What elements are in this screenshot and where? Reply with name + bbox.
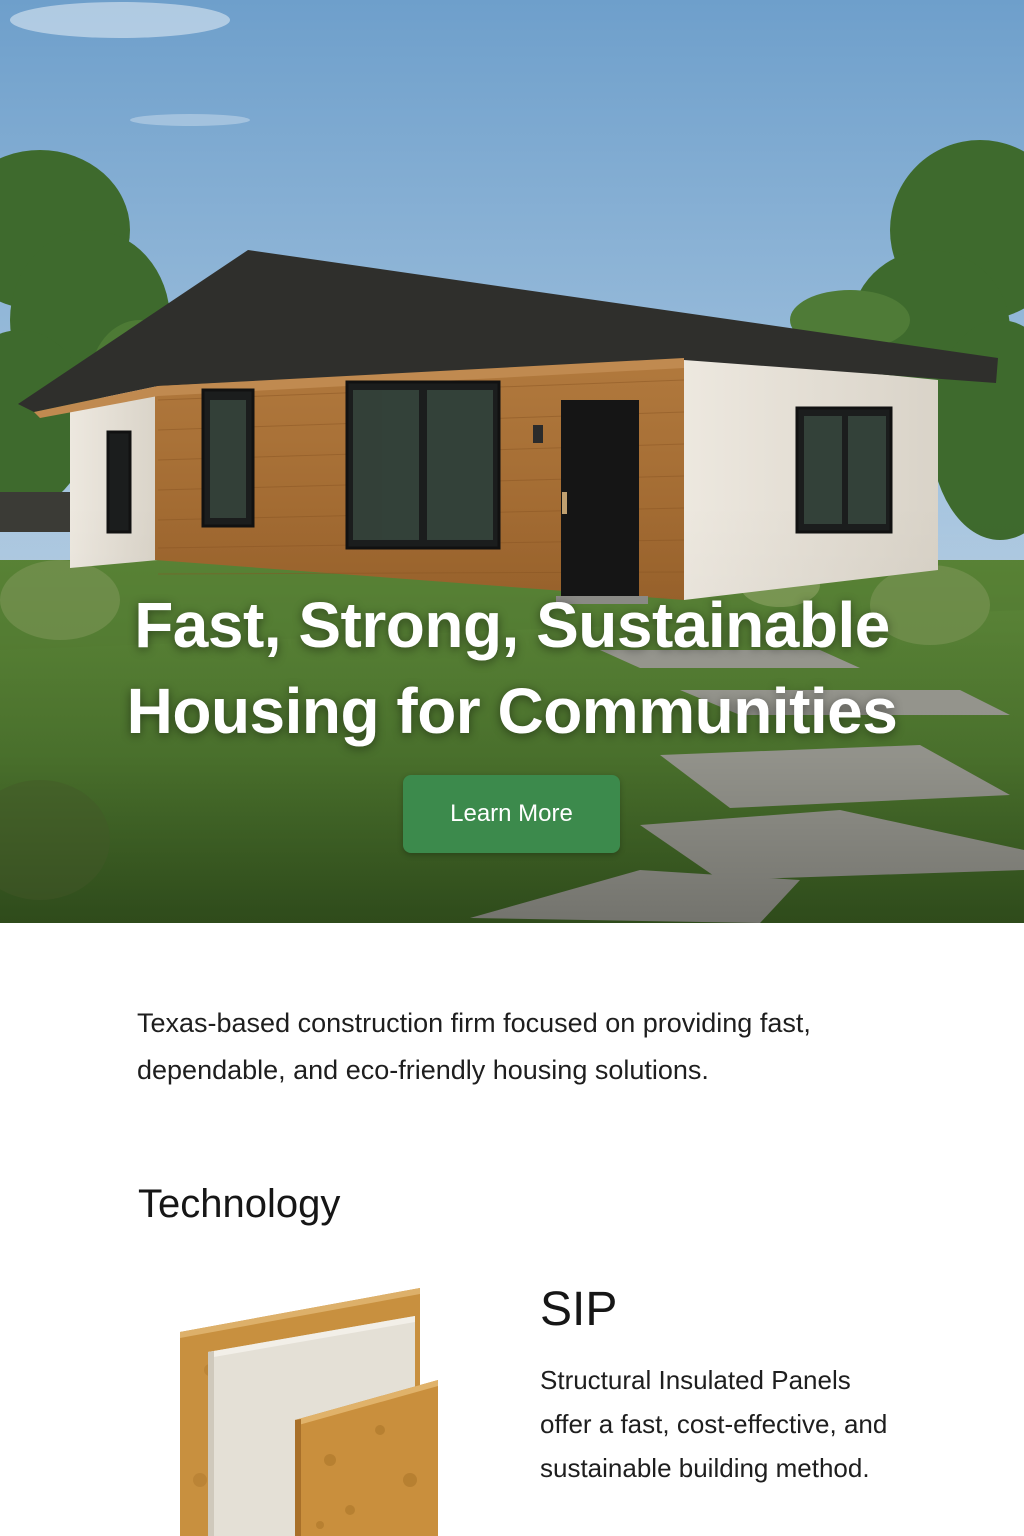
sip-description: Structural Insulated Panels offer a fast… (540, 1365, 888, 1483)
sip-panel-icon (180, 1288, 438, 1536)
intro-text: Texas-based construction firm focused on… (137, 1008, 811, 1085)
hero-section: Fast, Strong, Sustainable Housing for Co… (0, 0, 1024, 923)
technology-heading: Technology (138, 1182, 341, 1226)
hero-title-line-2: Housing for Communities (126, 675, 898, 747)
learn-more-button[interactable]: Learn More (403, 775, 620, 853)
sip-title: SIP (540, 1283, 618, 1336)
page: Fast, Strong, Sustainable Housing for Co… (0, 0, 1024, 1536)
hero-title-line-1: Fast, Strong, Sustainable (134, 589, 890, 661)
hero-title: Fast, Strong, Sustainable Housing for Co… (0, 582, 1024, 754)
